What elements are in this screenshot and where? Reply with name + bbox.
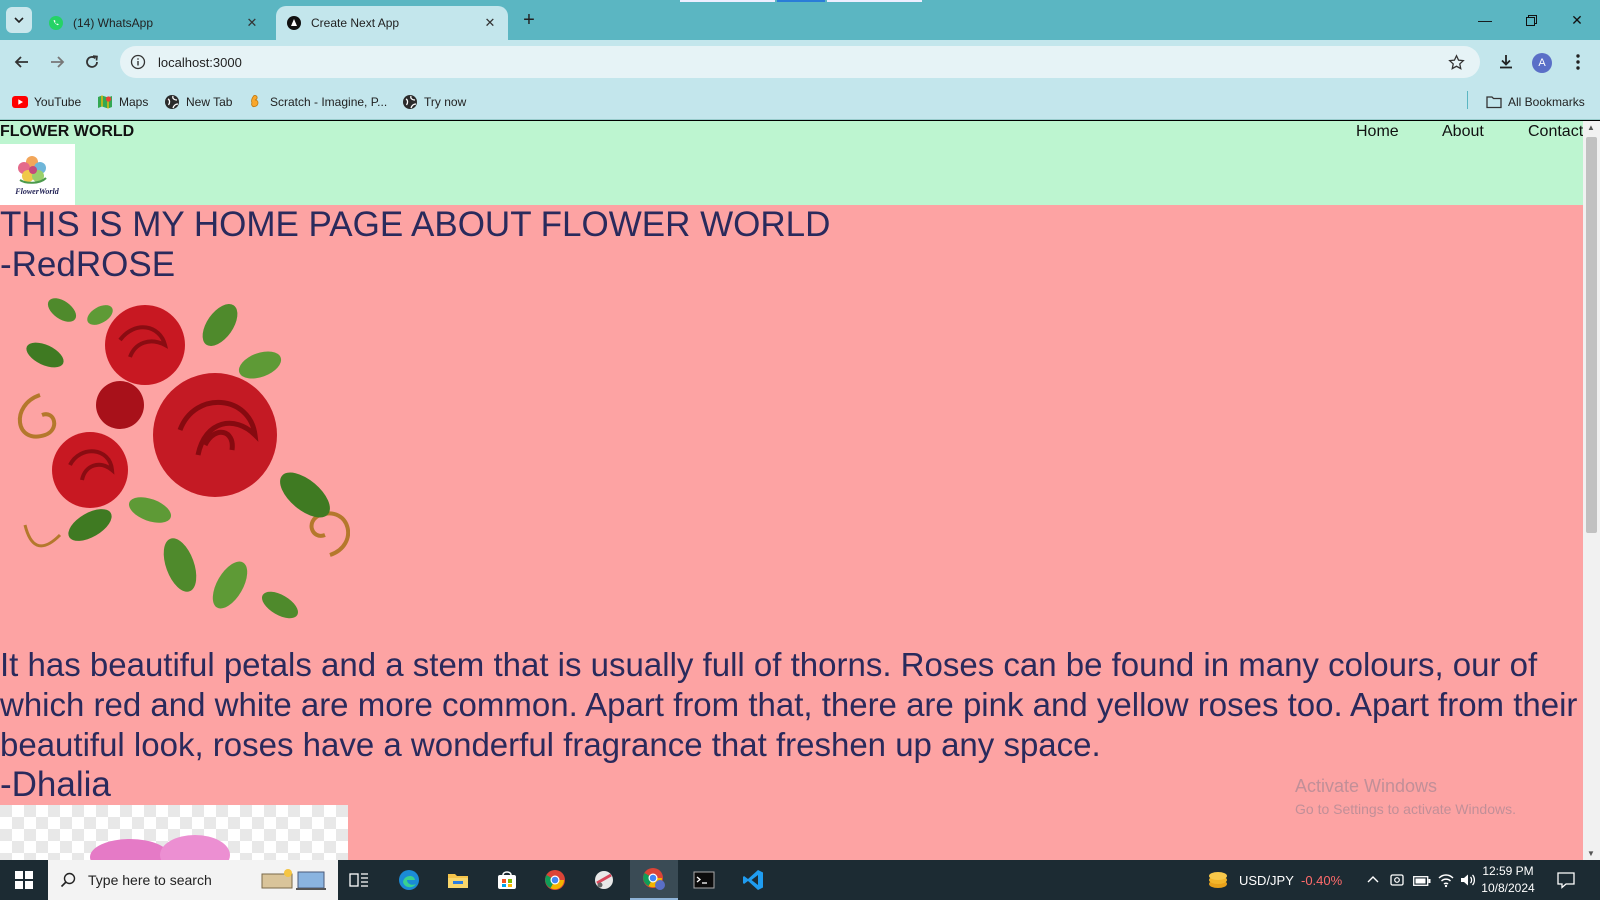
bookmark-label: YouTube (34, 95, 82, 109)
tab-strip: (14) WhatsApp ✕ Create Next App ✕ + — ✕ (0, 0, 1600, 40)
tab-whatsapp[interactable]: (14) WhatsApp ✕ (38, 6, 270, 40)
close-window-icon[interactable]: ✕ (1562, 8, 1592, 32)
scroll-down-icon[interactable]: ▼ (1587, 849, 1595, 858)
bookmark-label: Maps (119, 95, 149, 109)
clock-time: 12:59 PM (1482, 864, 1534, 878)
loading-indicator (777, 0, 825, 2)
taskbar-search[interactable]: Type here to search (48, 860, 338, 900)
windows-icon (15, 871, 33, 889)
ticker-change: -0.40% (1301, 872, 1343, 888)
bookmarks-separator (1467, 91, 1468, 109)
scrollbar-thumb[interactable] (1586, 137, 1597, 533)
chrome-profile-icon[interactable] (630, 860, 678, 900)
download-icon[interactable] (1494, 50, 1518, 74)
tab-search-button[interactable] (6, 7, 32, 33)
youtube-icon (12, 94, 28, 110)
bookmarks-bar: YouTube Maps New Tab Scratch - Imagine, … (0, 84, 1600, 120)
wifi-icon[interactable] (1438, 872, 1454, 893)
bookmark-new-tab[interactable]: New Tab (164, 93, 232, 111)
notification-icon[interactable] (1557, 871, 1575, 894)
file-explorer-icon[interactable] (434, 860, 482, 900)
bookmark-label: New Tab (186, 95, 233, 109)
dahlia-image (0, 805, 348, 860)
maps-icon (97, 94, 113, 110)
nav-contact[interactable]: Contact (1528, 123, 1583, 141)
red-rose-image (17, 298, 350, 619)
browser-toolbar: localhost:3000 (0, 40, 1600, 84)
new-tab-button[interactable]: + (518, 9, 540, 31)
restore-icon[interactable] (1516, 8, 1546, 32)
windows-taskbar: Type here to search USD/JPY -0.40% 12:59… (0, 860, 1600, 900)
nextjs-icon (286, 15, 302, 31)
tab-create-next-app[interactable]: Create Next App ✕ (276, 6, 508, 40)
clock-date: 10/8/2024 (1481, 881, 1535, 895)
task-view-icon[interactable] (335, 860, 383, 900)
logo-text: FlowerWorld (14, 187, 59, 196)
vscode-icon[interactable] (729, 860, 777, 900)
address-text: localhost:3000 (158, 54, 242, 70)
forward-icon[interactable] (45, 50, 69, 74)
bookmark-star-icon[interactable] (1442, 48, 1470, 76)
menu-icon[interactable] (1566, 50, 1590, 74)
start-button[interactable] (0, 860, 48, 900)
bookmark-scratch[interactable]: Scratch - Imagine, P... (248, 93, 387, 111)
site-brand: FLOWER WORLD (0, 123, 135, 140)
system-clock[interactable]: 12:59 PM 10/8/2024 (1468, 863, 1548, 897)
terminal-icon[interactable] (680, 860, 728, 900)
ticker-symbol[interactable]: USD/JPY (1239, 860, 1294, 900)
nav-about[interactable]: About (1442, 123, 1484, 141)
flower-title: -RedROSE (0, 245, 176, 284)
bookmark-youtube[interactable]: YouTube (12, 93, 81, 111)
camera-icon[interactable] (1390, 872, 1404, 893)
flower-description: It has beautiful petals and a stem that … (0, 646, 1578, 763)
all-bookmarks[interactable]: All Bookmarks (1486, 93, 1585, 111)
chrome-icon[interactable] (531, 860, 579, 900)
address-bar[interactable]: localhost:3000 (120, 46, 1480, 78)
profile-avatar[interactable]: A (1532, 53, 1552, 73)
tab-title: (14) WhatsApp (73, 16, 154, 30)
nav-home[interactable]: Home (1356, 123, 1399, 141)
search-highlights-icon (260, 868, 328, 897)
edge-icon[interactable] (385, 860, 433, 900)
activate-windows-watermark: Activate Windows Go to Settings to activ… (1295, 776, 1516, 817)
back-icon[interactable] (10, 50, 34, 74)
chevron-down-icon (14, 17, 24, 23)
folder-icon (1486, 94, 1502, 110)
bookmark-label: Scratch - Imagine, P... (270, 95, 388, 109)
flower-logo-icon (18, 156, 47, 184)
globe-icon (164, 94, 180, 110)
search-placeholder: Type here to search (88, 872, 212, 888)
site-header: FLOWER WORLD FlowerWorld Home About Cont… (0, 121, 1583, 205)
minimize-icon[interactable]: — (1470, 8, 1500, 32)
reload-icon[interactable] (80, 50, 104, 74)
page-heading: THIS IS MY HOME PAGE ABOUT FLOWER WORLD (0, 205, 831, 244)
watermark-title: Activate Windows (1295, 776, 1438, 796)
bookmark-maps[interactable]: Maps (97, 93, 148, 111)
page-viewport: FLOWER WORLD FlowerWorld Home About Cont… (0, 121, 1600, 860)
chevron-up-icon[interactable] (1367, 873, 1379, 891)
scratch-icon (248, 94, 264, 110)
globe-icon (402, 94, 418, 110)
currency-icon (1207, 869, 1229, 896)
main-content: THIS IS MY HOME PAGE ABOUT FLOWER WORLD … (0, 205, 1583, 860)
whatsapp-icon (48, 15, 64, 31)
close-icon[interactable]: ✕ (482, 15, 498, 31)
battery-icon[interactable] (1413, 874, 1431, 892)
watermark-subtitle: Go to Settings to activate Windows. (1295, 801, 1516, 817)
bookmark-label: Try now (424, 95, 467, 109)
bookmark-try-now[interactable]: Try now (402, 93, 466, 111)
close-icon[interactable]: ✕ (244, 15, 260, 31)
tab-title: Create Next App (311, 16, 400, 30)
snipping-tool-icon[interactable] (580, 860, 628, 900)
site-info-icon[interactable] (124, 48, 152, 76)
search-icon (48, 872, 88, 888)
site-logo[interactable]: FlowerWorld (0, 144, 75, 205)
loading-indicator (827, 0, 922, 2)
loading-indicator (680, 0, 775, 2)
scroll-up-icon[interactable]: ▲ (1587, 123, 1595, 132)
page-scrollbar[interactable]: ▲ ▼ (1583, 121, 1600, 860)
all-bookmarks-label: All Bookmarks (1508, 95, 1585, 109)
store-icon[interactable] (483, 860, 531, 900)
